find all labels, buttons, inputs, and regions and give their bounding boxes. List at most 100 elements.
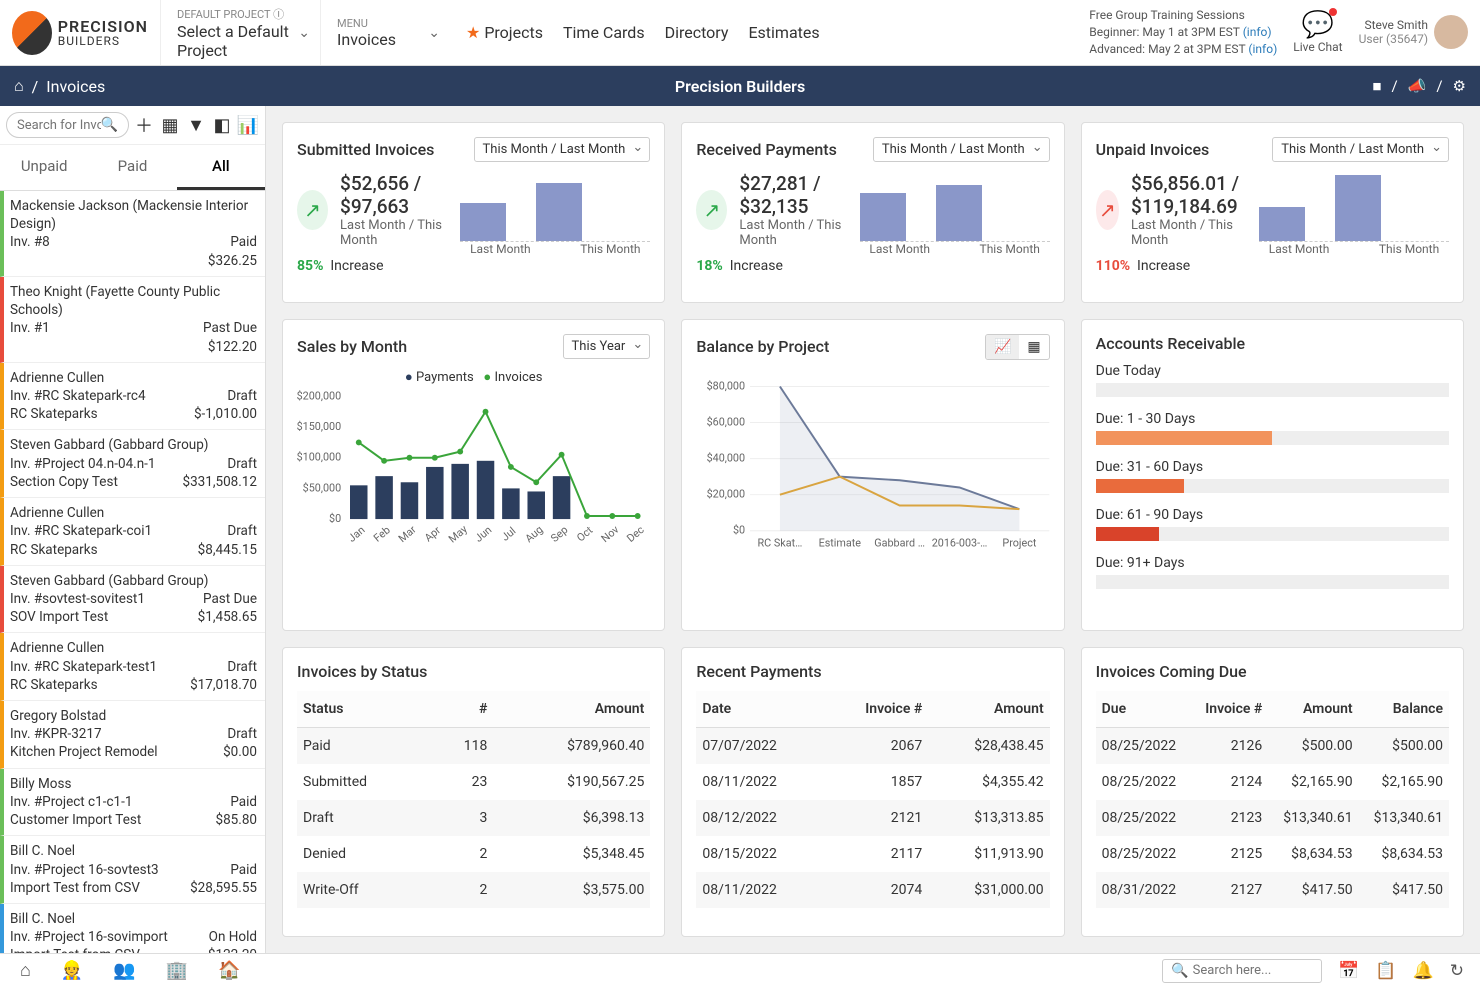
breadcrumb-page: Invoices [46,77,105,96]
invoice-item[interactable]: Bill C. Noel Inv. #Project 16-sovimportO… [0,904,265,953]
chevron-down-icon: ⌄ [428,25,440,41]
card-title: Recent Payments [696,662,821,681]
card-title: Received Payments [696,140,836,159]
bottom-home-icon[interactable]: ⌂ [20,960,31,981]
table-row[interactable]: 08/12/20222121$13,313.85 [696,800,1049,836]
video-icon[interactable]: ■ [1372,77,1381,95]
sales-by-month-card: Sales by Month This Year ● Payments ● In… [282,319,665,632]
invoice-search[interactable]: 🔍 [6,112,129,138]
kpi-dropdown[interactable]: This Month / Last Month [873,137,1050,162]
tab-unpaid[interactable]: Unpaid [0,145,88,190]
nav-timecards[interactable]: Time Cards [563,23,645,42]
announce-icon[interactable]: 📣 [1408,77,1427,95]
table-row[interactable]: 08/25/20222125$8,634.53$8,634.53 [1096,836,1449,872]
invoices-by-status-card: Invoices by Status Status#AmountPaid118$… [282,647,665,937]
default-project-selector[interactable]: DEFAULT PROJECT ⓘ Select a Default Proje… [160,0,320,65]
filter-icon[interactable]: ▼ [185,114,207,136]
invoice-item[interactable]: Billy Moss Inv. #Project c1-c1-1Paid Cus… [0,769,265,837]
page-title: Precision Builders [675,77,805,96]
svg-text:Sep: Sep [548,523,570,545]
ar-row: Due: 31 - 60 Days [1096,459,1449,493]
clipboard-icon[interactable]: 📋 [1375,961,1396,981]
invoice-item[interactable]: Adrienne Cullen Inv. #RC Skatepark-rc4Dr… [0,363,265,431]
table-row[interactable]: Submitted23$190,567.25 [297,764,650,800]
tab-paid[interactable]: Paid [88,145,176,190]
sales-range-dropdown[interactable]: This Year [563,334,651,359]
invoice-item[interactable]: Steven Gabbard (Gabbard Group) Inv. #sov… [0,566,265,634]
invoice-item[interactable]: Adrienne Cullen Inv. #RC Skatepark-test1… [0,633,265,701]
kpi-received: Received Payments This Month / Last Mont… [681,122,1064,303]
add-button[interactable]: ＋ [133,114,155,136]
search-icon: 🔍 [101,117,118,133]
sidebar: 🔍 ＋ ▦ ▼ ◧ 📊 Unpaid Paid All Mackensie Ja… [0,106,266,953]
svg-text:Estimate: Estimate [819,536,862,549]
table-view-icon[interactable]: ▦ [1019,335,1048,359]
recent-table: DateInvoice #Amount07/07/20222067$28,438… [696,691,1049,908]
kpi-dropdown[interactable]: This Month / Last Month [1272,137,1449,162]
training-beginner-link[interactable]: (info) [1243,25,1272,39]
table-row[interactable]: Denied2$5,348.45 [297,836,650,872]
svg-text:$80,000: $80,000 [707,379,745,392]
chevron-down-icon: ⌄ [298,25,310,41]
status-table: Status#AmountPaid118$789,960.40Submitted… [297,691,650,908]
bottom-building-icon[interactable]: 🏢 [166,960,188,981]
svg-text:Aug: Aug [523,523,546,545]
invoice-tabs: Unpaid Paid All [0,145,265,191]
invoice-item[interactable]: Adrienne Cullen Inv. #RC Skatepark-coi1D… [0,498,265,566]
table-row[interactable]: 08/11/20222074$31,000.00 [696,872,1049,908]
tab-all[interactable]: All [177,145,265,190]
bell-icon[interactable]: 🔔 [1413,961,1434,981]
nav-estimates[interactable]: Estimates [748,23,819,42]
table-row[interactable]: 08/31/20222127$417.50$417.50 [1096,872,1449,908]
gear-icon[interactable]: ⚙ [1453,77,1466,95]
live-chat[interactable]: 💬 Live Chat [1293,10,1342,54]
svg-text:Feb: Feb [371,523,393,544]
invoice-item[interactable]: Bill C. Noel Inv. #Project 16-sovtest3Pa… [0,836,265,904]
bottom-house-icon[interactable]: 🏠 [218,960,240,981]
table-row[interactable]: Draft3$6,398.13 [297,800,650,836]
invoice-list[interactable]: Mackensie Jackson (Mackensie Interior De… [0,191,265,953]
training-advanced-link[interactable]: (info) [1248,42,1277,56]
bottom-worker-icon[interactable]: 👷 [61,960,83,981]
logo: PRECISIONBUILDERS [0,11,160,55]
invoice-item[interactable]: Theo Knight (Fayette County Public Schoo… [0,277,265,363]
refresh-icon[interactable]: ↻ [1450,961,1464,981]
breadcrumb-bar: ⌂ / Invoices Precision Builders ■/ 📣/ ⚙ [0,66,1480,106]
card-title: Submitted Invoices [297,140,434,159]
invoice-item[interactable]: Gregory Bolstad Inv. #KPR-3217Draft Kitc… [0,701,265,769]
table-row[interactable]: Paid118$789,960.40 [297,728,650,765]
top-nav: ★ Projects Time Cards Directory Estimate… [450,23,836,42]
search-input[interactable] [17,118,101,133]
menu-selector[interactable]: MENU Invoices ⌄ [320,0,450,65]
grid-icon[interactable]: ▦ [159,114,181,136]
invoice-item[interactable]: Mackensie Jackson (Mackensie Interior De… [0,191,265,277]
home-icon[interactable]: ⌂ [14,76,24,96]
user-menu[interactable]: Steve Smith User (35647) [1359,15,1468,49]
table-row[interactable]: 08/11/20221857$4,355.42 [696,764,1049,800]
ar-row: Due: 61 - 90 Days [1096,507,1449,541]
bottom-search[interactable]: 🔍 [1162,959,1322,983]
table-row[interactable]: 08/25/20222126$500.00$500.00 [1096,728,1449,765]
kpi-unpaid: Unpaid Invoices This Month / Last Month … [1081,122,1464,303]
calendar-icon[interactable]: 📅 [1338,961,1359,981]
table-row[interactable]: 08/25/20222124$2,165.90$2,165.90 [1096,764,1449,800]
svg-text:$150,000: $150,000 [297,420,341,433]
invoice-item[interactable]: Steven Gabbard (Gabbard Group) Inv. #Pro… [0,430,265,498]
table-row[interactable]: 07/07/20222067$28,438.45 [696,728,1049,765]
nav-projects[interactable]: ★ Projects [466,23,543,42]
nav-directory[interactable]: Directory [665,23,729,42]
balance-view-toggle[interactable]: 📈 ▦ [985,334,1050,360]
table-row[interactable]: 08/15/20222117$11,913.90 [696,836,1049,872]
columns-icon[interactable]: ◧ [211,114,233,136]
bottom-search-input[interactable] [1193,963,1314,978]
sales-chart: $0$50,000$100,000$150,000$200,000JanFebM… [297,385,650,555]
svg-text:$40,000: $40,000 [707,451,745,464]
bottom-people-icon[interactable]: 👥 [113,960,135,981]
table-row[interactable]: 08/25/20222123$13,340.61$13,340.61 [1096,800,1449,836]
chart-icon[interactable]: 📊 [237,114,259,136]
table-row[interactable]: Write-Off2$3,575.00 [297,872,650,908]
kpi-dropdown[interactable]: This Month / Last Month [474,137,651,162]
chart-view-icon[interactable]: 📈 [986,335,1019,359]
svg-text:Project: Project [1003,536,1037,549]
card-title: Balance by Project [696,337,829,356]
